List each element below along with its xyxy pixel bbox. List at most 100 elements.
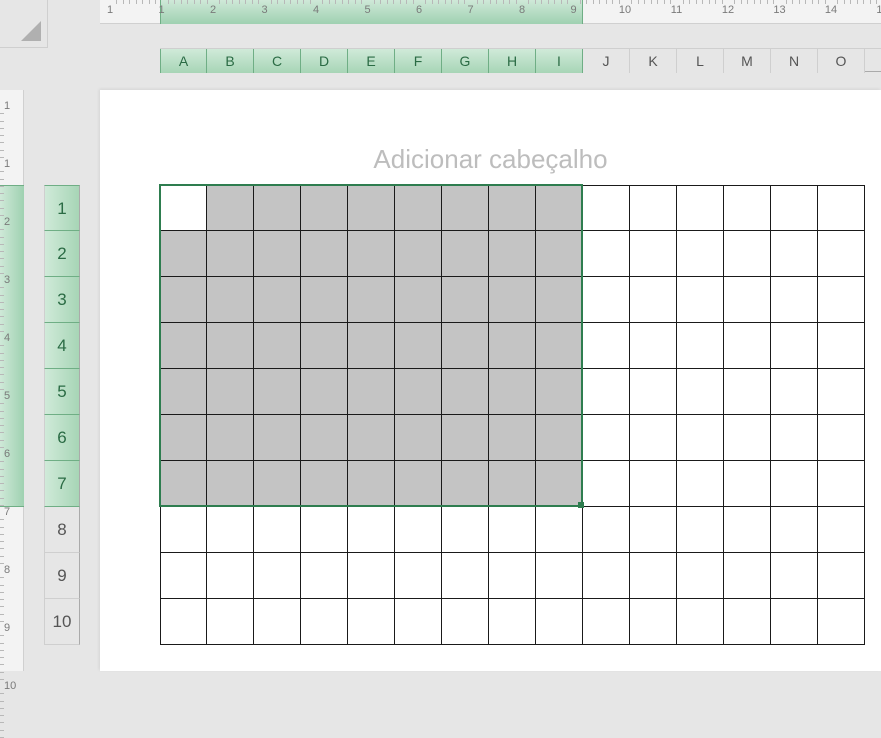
cell-E7[interactable] xyxy=(348,461,395,507)
cell-M3[interactable] xyxy=(724,277,771,323)
cell-F6[interactable] xyxy=(395,415,442,461)
cell-F1[interactable] xyxy=(395,185,442,231)
cell-D10[interactable] xyxy=(301,599,348,645)
row-header-2[interactable]: 2 xyxy=(44,231,80,277)
cell-N3[interactable] xyxy=(771,277,818,323)
cell-H9[interactable] xyxy=(489,553,536,599)
column-header-C[interactable]: C xyxy=(254,49,301,73)
cell-O8[interactable] xyxy=(818,507,865,553)
cell-I5[interactable] xyxy=(536,369,583,415)
cell-J7[interactable] xyxy=(583,461,630,507)
cell-B9[interactable] xyxy=(207,553,254,599)
cell-K10[interactable] xyxy=(630,599,677,645)
row-header-5[interactable]: 5 xyxy=(44,369,80,415)
cell-J8[interactable] xyxy=(583,507,630,553)
cell-A7[interactable] xyxy=(160,461,207,507)
cell-M6[interactable] xyxy=(724,415,771,461)
cell-K6[interactable] xyxy=(630,415,677,461)
cell-C1[interactable] xyxy=(254,185,301,231)
cell-N9[interactable] xyxy=(771,553,818,599)
cell-G4[interactable] xyxy=(442,323,489,369)
cell-J9[interactable] xyxy=(583,553,630,599)
cell-H1[interactable] xyxy=(489,185,536,231)
row-header-6[interactable]: 6 xyxy=(44,415,80,461)
cell-A4[interactable] xyxy=(160,323,207,369)
row-headers[interactable]: 12345678910 xyxy=(44,185,80,645)
cell-C9[interactable] xyxy=(254,553,301,599)
cell-G5[interactable] xyxy=(442,369,489,415)
cell-N2[interactable] xyxy=(771,231,818,277)
cell-C2[interactable] xyxy=(254,231,301,277)
cell-M1[interactable] xyxy=(724,185,771,231)
column-header-J[interactable]: J xyxy=(583,49,630,73)
cell-J6[interactable] xyxy=(583,415,630,461)
cell-M2[interactable] xyxy=(724,231,771,277)
column-header-I[interactable]: I xyxy=(536,49,583,73)
cell-B7[interactable] xyxy=(207,461,254,507)
cell-M10[interactable] xyxy=(724,599,771,645)
cell-J4[interactable] xyxy=(583,323,630,369)
cell-B4[interactable] xyxy=(207,323,254,369)
cell-D5[interactable] xyxy=(301,369,348,415)
cell-E1[interactable] xyxy=(348,185,395,231)
cell-O6[interactable] xyxy=(818,415,865,461)
cell-F10[interactable] xyxy=(395,599,442,645)
cell-A5[interactable] xyxy=(160,369,207,415)
cell-C8[interactable] xyxy=(254,507,301,553)
cell-G10[interactable] xyxy=(442,599,489,645)
cell-K9[interactable] xyxy=(630,553,677,599)
column-header-A[interactable]: A xyxy=(160,49,207,73)
cell-C4[interactable] xyxy=(254,323,301,369)
column-header-N[interactable]: N xyxy=(771,49,818,73)
cell-H10[interactable] xyxy=(489,599,536,645)
row-header-1[interactable]: 1 xyxy=(44,185,80,231)
cell-I6[interactable] xyxy=(536,415,583,461)
cell-D9[interactable] xyxy=(301,553,348,599)
cell-E4[interactable] xyxy=(348,323,395,369)
cell-H8[interactable] xyxy=(489,507,536,553)
column-header-H[interactable]: H xyxy=(489,49,536,73)
cell-L6[interactable] xyxy=(677,415,724,461)
cell-H7[interactable] xyxy=(489,461,536,507)
column-header-E[interactable]: E xyxy=(348,49,395,73)
cell-E2[interactable] xyxy=(348,231,395,277)
cell-M5[interactable] xyxy=(724,369,771,415)
cell-E5[interactable] xyxy=(348,369,395,415)
cell-G2[interactable] xyxy=(442,231,489,277)
cell-N4[interactable] xyxy=(771,323,818,369)
cell-J1[interactable] xyxy=(583,185,630,231)
cell-L4[interactable] xyxy=(677,323,724,369)
cell-M9[interactable] xyxy=(724,553,771,599)
cell-N5[interactable] xyxy=(771,369,818,415)
cell-I3[interactable] xyxy=(536,277,583,323)
cell-A8[interactable] xyxy=(160,507,207,553)
column-header-L[interactable]: L xyxy=(677,49,724,73)
cell-F7[interactable] xyxy=(395,461,442,507)
cell-L10[interactable] xyxy=(677,599,724,645)
cell-G3[interactable] xyxy=(442,277,489,323)
cell-D3[interactable] xyxy=(301,277,348,323)
cell-L7[interactable] xyxy=(677,461,724,507)
cell-F8[interactable] xyxy=(395,507,442,553)
column-header-M[interactable]: M xyxy=(724,49,771,73)
cell-H5[interactable] xyxy=(489,369,536,415)
cell-E6[interactable] xyxy=(348,415,395,461)
select-all-corner[interactable] xyxy=(0,0,48,48)
cell-C6[interactable] xyxy=(254,415,301,461)
cell-L9[interactable] xyxy=(677,553,724,599)
cell-M4[interactable] xyxy=(724,323,771,369)
cell-J2[interactable] xyxy=(583,231,630,277)
row-header-9[interactable]: 9 xyxy=(44,553,80,599)
cell-B2[interactable] xyxy=(207,231,254,277)
cell-B8[interactable] xyxy=(207,507,254,553)
row-header-10[interactable]: 10 xyxy=(44,599,80,645)
cell-A9[interactable] xyxy=(160,553,207,599)
cell-C7[interactable] xyxy=(254,461,301,507)
column-header-G[interactable]: G xyxy=(442,49,489,73)
cell-A10[interactable] xyxy=(160,599,207,645)
cell-O2[interactable] xyxy=(818,231,865,277)
cell-B6[interactable] xyxy=(207,415,254,461)
cell-D2[interactable] xyxy=(301,231,348,277)
cell-B3[interactable] xyxy=(207,277,254,323)
row-header-4[interactable]: 4 xyxy=(44,323,80,369)
